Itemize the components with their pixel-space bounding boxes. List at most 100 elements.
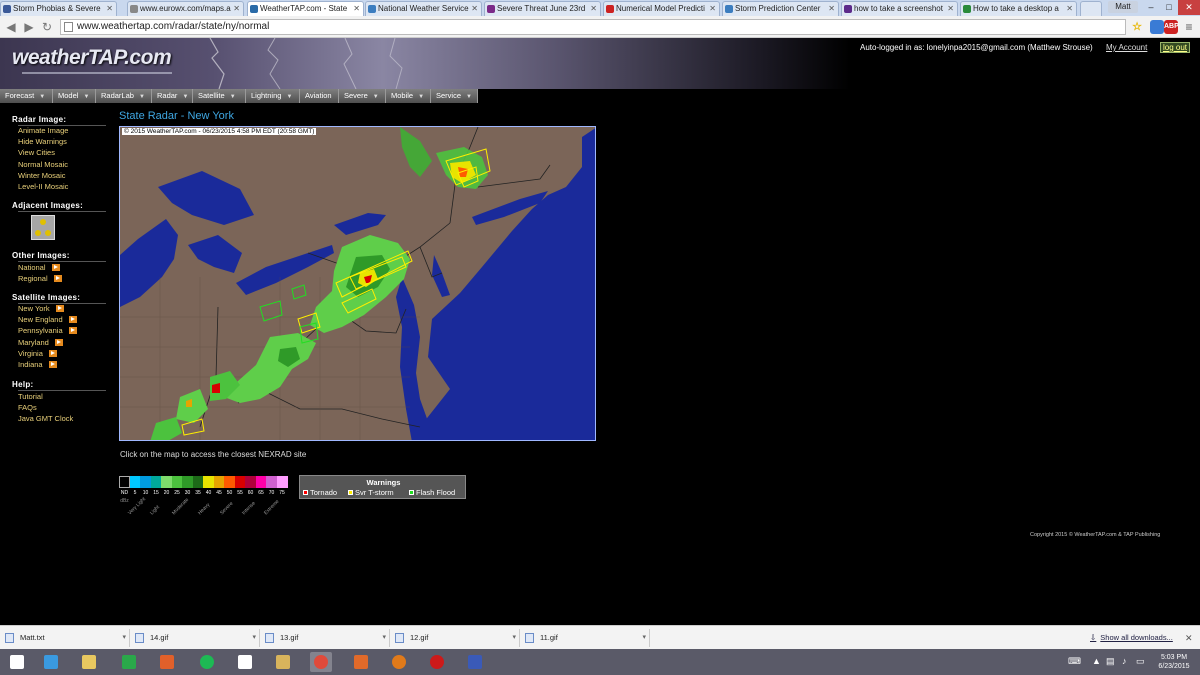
sidebar-link-view-cities[interactable]: View Cities [18, 148, 55, 157]
address-bar[interactable]: www.weathertap.com/radar/state/ny/normal [60, 19, 1126, 35]
chevron-down-icon[interactable]: ▾ [122, 629, 126, 647]
sidebar-link-regional[interactable]: Regional [18, 274, 62, 283]
forward-icon[interactable]: ▶ [21, 19, 37, 35]
weathertap-logo[interactable]: weatherTAP.com [12, 46, 172, 70]
adjacent-east-icon[interactable] [45, 230, 51, 236]
menu-item-satellite[interactable]: Satellite ▼ [193, 89, 246, 103]
spotify-icon[interactable] [196, 652, 218, 672]
browser-tab[interactable]: National Weather Service ✕ [365, 1, 482, 16]
orange-arrow-icon[interactable] [55, 305, 64, 312]
sidebar-satellite-new-york[interactable]: New York [18, 304, 64, 313]
keyboard-icon[interactable]: ⌨ [1068, 656, 1081, 667]
app-icon[interactable] [272, 652, 294, 672]
menu-item-radar[interactable]: Radar ▼ [152, 89, 193, 103]
sidebar-satellite-new-england[interactable]: New England [18, 315, 77, 324]
logout-link[interactable]: log out [1160, 42, 1191, 53]
download-item[interactable]: 13.gif ▾ [260, 629, 390, 647]
bookmark-star-icon[interactable]: ☆ [1130, 20, 1144, 34]
sidebar-satellite-pennsylvania[interactable]: Pennsylvania [18, 326, 77, 335]
tab-close-icon[interactable]: ✕ [947, 2, 954, 15]
tab-close-icon[interactable]: ✕ [233, 2, 240, 15]
firefox-icon[interactable] [388, 652, 410, 672]
sidebar-satellite-indiana[interactable]: Indiana [18, 360, 57, 369]
menu-item-radarlab[interactable]: RadarLab ▼ [96, 89, 152, 103]
network-icon[interactable]: ▤ [1106, 656, 1115, 667]
windows-start-icon[interactable] [6, 652, 28, 672]
menu-item-severe[interactable]: Severe ▼ [339, 89, 386, 103]
show-all-downloads-link[interactable]: ⇩ Show all downloads... [1090, 629, 1173, 647]
browser-tab[interactable]: Numerical Model Predicti ✕ [603, 1, 720, 16]
chevron-down-icon[interactable]: ▾ [642, 629, 646, 647]
opera-icon[interactable] [426, 652, 448, 672]
close-downloads-icon[interactable]: ✕ [1185, 629, 1193, 647]
browser-tab[interactable]: Storm Prediction Center ✕ [722, 1, 839, 16]
tab-close-icon[interactable]: ✕ [590, 2, 597, 15]
menu-item-service[interactable]: Service ▼ [431, 89, 478, 103]
close-window-icon[interactable]: ✕ [1178, 0, 1200, 15]
home-icon[interactable] [234, 652, 256, 672]
adjacent-north-icon[interactable] [40, 219, 46, 225]
radar-map[interactable]: © 2015 WeatherTAP.com - 06/23/2015 4:58 … [119, 126, 596, 441]
chevron-down-icon[interactable]: ▾ [382, 629, 386, 647]
new-tab-button[interactable] [1080, 1, 1102, 16]
browser-tab[interactable]: www.eurowx.com/maps.a ✕ [127, 1, 244, 16]
sidebar-link-level-ii-mosaic[interactable]: Level-II Mosaic [18, 182, 68, 191]
sidebar-link-animate-image[interactable]: Animate Image [18, 126, 68, 135]
orange-arrow-icon[interactable] [51, 264, 60, 271]
sidebar-help-java-gmt-clock[interactable]: Java GMT Clock [18, 414, 73, 423]
maximize-icon[interactable]: □ [1160, 0, 1178, 15]
grid-app-icon[interactable] [350, 652, 372, 672]
tab-close-icon[interactable]: ✕ [471, 2, 478, 15]
download-item[interactable]: 11.gif ▾ [520, 629, 650, 647]
download-item[interactable]: Matt.txt ▾ [0, 629, 130, 647]
extension-icon[interactable] [1150, 20, 1164, 34]
orange-arrow-icon[interactable] [68, 316, 77, 324]
sidebar-help-faqs[interactable]: FAQs [18, 403, 37, 412]
menu-item-aviation[interactable]: Aviation [300, 89, 339, 103]
chevron-down-icon[interactable]: ▾ [252, 629, 256, 647]
sidebar-link-national[interactable]: National [18, 263, 60, 272]
sidebar-link-winter-mosaic[interactable]: Winter Mosaic [18, 171, 66, 180]
tab-close-icon[interactable]: ✕ [1066, 2, 1073, 15]
store-icon[interactable] [118, 652, 140, 672]
volume-icon[interactable]: ♪ [1122, 656, 1127, 666]
menu-item-mobile[interactable]: Mobile ▼ [386, 89, 431, 103]
photos-icon[interactable] [156, 652, 178, 672]
minimize-icon[interactable]: – [1142, 0, 1160, 15]
action-center-icon[interactable]: ▭ [1136, 656, 1145, 667]
orange-arrow-icon[interactable] [53, 275, 62, 283]
browser-tab[interactable]: Severe Threat June 23rd ✕ [484, 1, 601, 16]
chrome-icon[interactable] [310, 652, 332, 672]
tab-close-icon[interactable]: ✕ [106, 2, 113, 15]
internet-explorer-icon[interactable] [40, 652, 62, 672]
sidebar-link-hide-warnings[interactable]: Hide Warnings [18, 137, 67, 146]
browser-tab[interactable]: how to take a screenshot ✕ [841, 1, 958, 16]
radar-map-image[interactable] [120, 127, 596, 441]
download-item[interactable]: 14.gif ▾ [130, 629, 260, 647]
radar-app-icon[interactable] [464, 652, 486, 672]
sidebar-link-normal-mosaic[interactable]: Normal Mosaic [18, 160, 68, 169]
system-clock[interactable]: 5:03 PM 6/23/2015 [1150, 653, 1198, 671]
file-explorer-icon[interactable] [78, 652, 100, 672]
sidebar-help-tutorial[interactable]: Tutorial [18, 392, 43, 401]
tab-close-icon[interactable]: ✕ [828, 2, 835, 15]
menu-item-lightning[interactable]: Lightning ▼ [246, 89, 300, 103]
orange-arrow-icon[interactable] [54, 338, 63, 346]
menu-item-model[interactable]: Model ▼ [53, 89, 96, 103]
chevron-down-icon[interactable]: ▾ [512, 629, 516, 647]
tab-close-icon[interactable]: ✕ [353, 2, 360, 15]
adblock-icon[interactable]: ABP [1164, 20, 1179, 34]
browser-tab[interactable]: Storm Phobias & Severe ✕ [0, 1, 117, 16]
browser-tab[interactable]: WeatherTAP.com - State ✕ [247, 1, 364, 16]
menu-item-forecast[interactable]: Forecast ▼ [0, 89, 53, 103]
sidebar-satellite-maryland[interactable]: Maryland [18, 338, 63, 347]
adjacent-west-icon[interactable] [35, 230, 41, 236]
sidebar-satellite-virginia[interactable]: Virginia [18, 349, 57, 358]
download-item[interactable]: 12.gif ▾ [390, 629, 520, 647]
notifications-icon[interactable]: ▲ [1092, 656, 1101, 666]
back-icon[interactable]: ◀ [3, 19, 19, 35]
reload-icon[interactable]: ↻ [39, 19, 55, 35]
my-account-link[interactable]: My Account [1106, 43, 1147, 52]
menu-icon[interactable]: ≡ [1182, 20, 1196, 34]
browser-tab[interactable]: How to take a desktop a ✕ [960, 1, 1077, 16]
